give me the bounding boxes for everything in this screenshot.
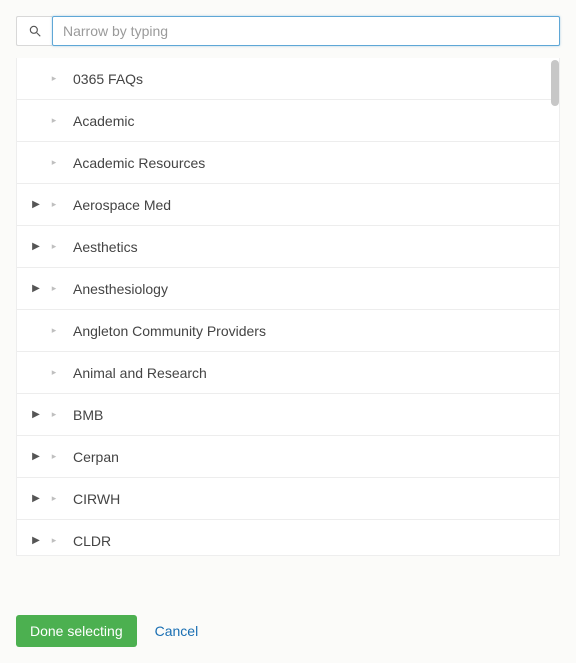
- marker-icon: ▸: [47, 241, 61, 252]
- list-item-label: Aesthetics: [73, 239, 138, 255]
- done-selecting-button[interactable]: Done selecting: [16, 615, 137, 647]
- list-item[interactable]: ▶ ▸ Anesthesiology: [17, 268, 559, 310]
- marker-icon: ▸: [47, 367, 61, 378]
- marker-icon: ▸: [47, 493, 61, 504]
- marker-icon: ▸: [47, 115, 61, 126]
- search-input[interactable]: [52, 16, 560, 46]
- list-item[interactable]: ▶▸Animal and Research: [17, 352, 559, 394]
- list-item[interactable]: ▶ ▸ CLDR: [17, 520, 559, 555]
- search-row: [16, 16, 560, 46]
- list-item-label: Animal and Research: [73, 365, 207, 381]
- marker-icon: ▸: [47, 283, 61, 294]
- marker-icon: ▸: [47, 451, 61, 462]
- list-container: ▶ ▸ 0365 FAQs ▶ ▸ Academic ▶ ▸ Academic Resource…: [16, 58, 560, 556]
- list-item[interactable]: ▶▸Academic Resources: [17, 142, 559, 184]
- expand-triangle-icon[interactable]: ▶: [29, 199, 43, 210]
- footer: Done selecting Cancel: [16, 615, 198, 647]
- expand-triangle-icon[interactable]: ▶: [29, 283, 43, 294]
- list-item-label: Angleton Community Providers: [73, 323, 266, 339]
- marker-icon: ▸: [47, 199, 61, 210]
- list-item-label: CLDR: [73, 533, 111, 549]
- list-item[interactable]: ▶▸Academic: [17, 100, 559, 142]
- list-item[interactable]: ▶▸Angleton Community Providers: [17, 310, 559, 352]
- list-item-label: CIRWH: [73, 491, 120, 507]
- list-item[interactable]: ▶ ▸ BMB: [17, 394, 559, 436]
- marker-icon: ▸: [47, 325, 61, 336]
- marker-icon: ▸: [47, 535, 61, 546]
- list-item-label: BMB: [73, 407, 103, 423]
- list-item[interactable]: ▶▸0365 FAQs: [17, 58, 559, 100]
- list-item-label: Cerpan: [73, 449, 119, 465]
- list-item-label: Academic: [73, 113, 134, 129]
- expand-triangle-icon[interactable]: ▶: [29, 451, 43, 462]
- list-item-label: Anesthesiology: [73, 281, 168, 297]
- list-item[interactable]: ▶ ▸ Aesthetics: [17, 226, 559, 268]
- expand-triangle-icon[interactable]: ▶: [29, 493, 43, 504]
- scrollbar-thumb[interactable]: [551, 60, 559, 106]
- cancel-button[interactable]: Cancel: [155, 623, 199, 639]
- search-icon: [16, 16, 52, 46]
- list-item-label: Aerospace Med: [73, 197, 171, 213]
- list-item[interactable]: ▶ ▸ Cerpan: [17, 436, 559, 478]
- list[interactable]: ▶ ▸ 0365 FAQs ▶ ▸ Academic ▶ ▸ Academic Resource…: [17, 58, 559, 555]
- expand-triangle-icon[interactable]: ▶: [29, 241, 43, 252]
- list-item[interactable]: ▶ ▸ Aerospace Med: [17, 184, 559, 226]
- expand-triangle-icon[interactable]: ▶: [29, 535, 43, 546]
- marker-icon: ▸: [47, 409, 61, 420]
- list-item-label: 0365 FAQs: [73, 71, 143, 87]
- list-item-label: Academic Resources: [73, 155, 205, 171]
- marker-icon: ▸: [47, 73, 61, 84]
- expand-triangle-icon[interactable]: ▶: [29, 409, 43, 420]
- marker-icon: ▸: [47, 157, 61, 168]
- list-item[interactable]: ▶ ▸ CIRWH: [17, 478, 559, 520]
